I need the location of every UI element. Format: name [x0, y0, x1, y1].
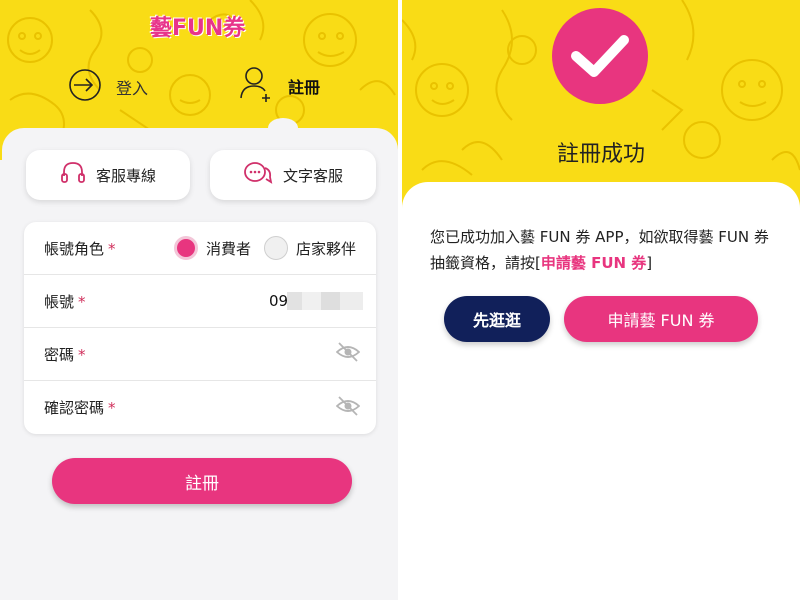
apply-voucher-button[interactable]: 申請藝 FUN 券	[564, 296, 758, 342]
account-label: 帳號 *	[44, 292, 86, 311]
radio-consumer-label: 消費者	[206, 239, 252, 258]
tab-register-label: 註冊	[288, 78, 321, 97]
customer-hotline-label: 客服專線	[95, 166, 156, 185]
browse-button[interactable]: 先逛逛	[444, 296, 550, 342]
confirm-password-row: 確認密碼 *	[24, 381, 376, 434]
radio-checked-icon	[174, 236, 198, 260]
account-row[interactable]: 帳號 * 09	[24, 275, 376, 328]
radio-store-partner[interactable]: 店家夥伴	[264, 236, 356, 260]
radio-consumer[interactable]: 消費者	[174, 236, 251, 260]
role-row: 帳號角色 * 消費者 店家夥伴	[24, 222, 376, 275]
customer-hotline-button[interactable]: 客服專線	[26, 150, 190, 200]
register-screen: 藝FUN券 登入 註冊 客服專線 文字客服 帳號角色 * 消費者 店家夥伴 帳號…	[0, 0, 398, 600]
tab-register[interactable]: 註冊	[238, 64, 320, 108]
apply-link[interactable]: 申請藝 FUN 券	[541, 254, 646, 272]
redacted-mask	[287, 292, 363, 310]
success-message: 您已成功加入藝 FUN 券 APP，如欲取得藝 FUN 券抽籤資格，請按[申請藝…	[430, 224, 780, 276]
register-button[interactable]: 註冊	[52, 458, 352, 504]
confirm-password-label: 確認密碼 *	[44, 399, 116, 417]
success-message-bracket: ]	[646, 254, 653, 272]
active-tab-indicator	[268, 118, 298, 138]
success-title: 註冊成功	[556, 142, 645, 167]
tab-login[interactable]: 登入	[68, 68, 148, 106]
text-chat-label: 文字客服	[282, 166, 343, 185]
account-field[interactable]: 09	[269, 292, 288, 310]
login-arrow-icon	[68, 68, 102, 106]
headset-icon	[60, 160, 86, 190]
confirm-password-field[interactable]	[134, 392, 324, 423]
app-logo: 藝FUN券	[150, 16, 246, 41]
register-success-screen: 註冊成功 您已成功加入藝 FUN 券 APP，如欲取得藝 FUN 券抽籤資格，請…	[402, 0, 800, 600]
eye-off-icon[interactable]	[335, 342, 361, 366]
password-label: 密碼 *	[44, 345, 86, 364]
success-check-icon	[552, 8, 648, 104]
chat-bubbles-icon	[243, 160, 273, 190]
add-user-icon	[238, 64, 274, 108]
text-chat-button[interactable]: 文字客服	[210, 150, 376, 200]
registration-form: 帳號角色 * 消費者 店家夥伴 帳號 * 09 密碼 * 確認密碼 *	[24, 222, 376, 434]
radio-unchecked-icon	[264, 236, 288, 260]
eye-off-icon[interactable]	[335, 395, 361, 420]
password-row: 密碼 *	[24, 328, 376, 381]
radio-store-partner-label: 店家夥伴	[296, 239, 357, 258]
role-label: 帳號角色 *	[44, 239, 116, 258]
password-field[interactable]	[134, 339, 324, 369]
tab-login-label: 登入	[116, 79, 149, 98]
